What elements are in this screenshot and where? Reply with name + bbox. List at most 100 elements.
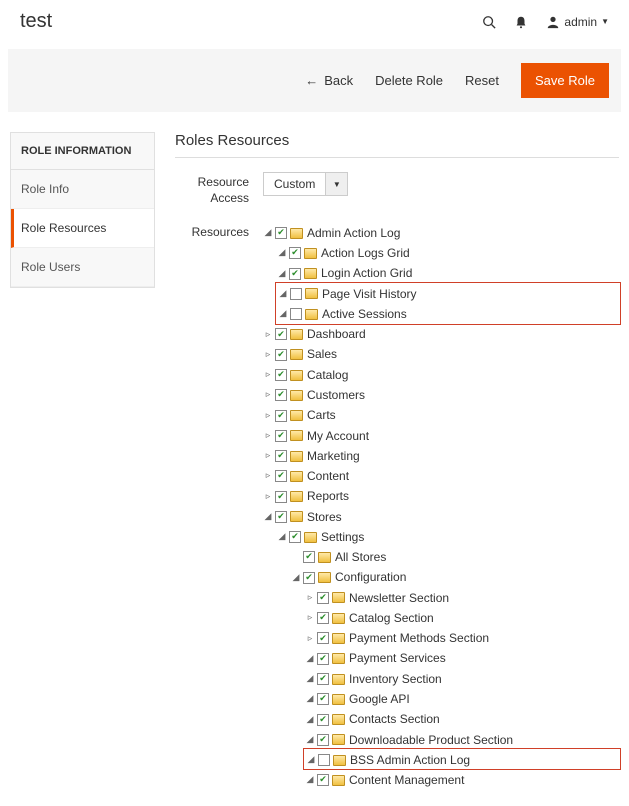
expand-icon[interactable]: ▹ [263, 409, 273, 423]
tree-node[interactable]: Customers [307, 386, 365, 405]
bell-icon[interactable] [514, 15, 528, 29]
sidebar-item-role-info[interactable]: Role Info [11, 170, 154, 209]
checkbox[interactable] [275, 389, 287, 401]
checkbox[interactable] [275, 470, 287, 482]
tree-node[interactable]: Dashboard [307, 325, 366, 344]
expand-icon[interactable]: ◢ [263, 226, 273, 240]
expand-icon[interactable]: ◢ [277, 267, 287, 281]
tree-node[interactable]: Sales [307, 345, 337, 364]
tree-node[interactable]: Newsletter Section [349, 589, 449, 608]
tree-node[interactable]: Stores [307, 508, 342, 527]
expand-icon[interactable]: ▹ [263, 429, 273, 443]
search-icon[interactable] [482, 15, 496, 29]
checkbox[interactable] [317, 612, 329, 624]
expand-icon[interactable]: ▹ [263, 490, 273, 504]
checkbox[interactable] [289, 268, 301, 280]
checkbox[interactable] [317, 653, 329, 665]
checkbox[interactable] [275, 430, 287, 442]
expand-icon[interactable]: ◢ [305, 692, 315, 706]
expand-icon[interactable]: ◢ [305, 672, 315, 686]
tree-node[interactable]: Carts [307, 406, 336, 425]
tree-node[interactable]: My Account [307, 427, 369, 446]
expand-icon[interactable]: ◢ [277, 246, 287, 260]
checkbox[interactable] [290, 288, 302, 300]
checkbox[interactable] [275, 410, 287, 422]
checkbox[interactable] [275, 328, 287, 340]
checkbox[interactable] [275, 491, 287, 503]
expand-icon[interactable]: ▹ [263, 348, 273, 362]
tree-node[interactable]: Content Management [349, 771, 464, 790]
expand-icon[interactable]: ▹ [305, 611, 315, 625]
caret-down-icon: ▼ [601, 17, 609, 26]
tree-node[interactable]: Google API [349, 690, 410, 709]
user-menu[interactable]: admin ▼ [546, 15, 609, 29]
tree-node[interactable]: Configuration [335, 568, 406, 587]
expand-icon[interactable]: ◢ [277, 530, 287, 544]
tree-node[interactable]: Login Action Grid [321, 264, 412, 283]
tree-node[interactable]: Downloadable Product Section [349, 731, 513, 750]
expand-icon[interactable]: ▹ [263, 388, 273, 402]
tree-node[interactable]: Inventory Section [349, 670, 442, 689]
tree-node[interactable]: Page Visit History [322, 285, 416, 304]
checkbox[interactable] [289, 247, 301, 259]
checkbox[interactable] [317, 734, 329, 746]
expand-icon[interactable]: ◢ [305, 733, 315, 747]
tree-node[interactable]: Content [307, 467, 349, 486]
sidebar-item-role-users[interactable]: Role Users [11, 248, 154, 287]
checkbox[interactable] [275, 349, 287, 361]
checkbox[interactable] [303, 551, 315, 563]
expand-icon[interactable]: ◢ [305, 652, 315, 666]
back-button[interactable]: ← Back [305, 73, 353, 88]
expand-icon[interactable]: ◢ [278, 307, 288, 321]
checkbox[interactable] [317, 714, 329, 726]
expand-icon[interactable]: ▹ [305, 632, 315, 646]
expand-icon[interactable]: ▹ [263, 328, 273, 342]
tree-node[interactable]: Active Sessions [322, 305, 407, 324]
checkbox[interactable] [275, 511, 287, 523]
expand-icon[interactable]: ◢ [306, 753, 316, 767]
expand-icon[interactable]: ▹ [263, 368, 273, 382]
checkbox[interactable] [317, 632, 329, 644]
tree-node[interactable]: Payment Services [349, 649, 446, 668]
expand-icon[interactable]: ▹ [263, 469, 273, 483]
checkbox[interactable] [289, 531, 301, 543]
checkbox[interactable] [275, 227, 287, 239]
checkbox[interactable] [317, 774, 329, 786]
checkbox[interactable] [275, 450, 287, 462]
tree-node[interactable]: Settings [321, 528, 364, 547]
expand-icon[interactable]: ◢ [263, 510, 273, 524]
reset-button[interactable]: Reset [465, 73, 499, 88]
checkbox[interactable] [275, 369, 287, 381]
tree-node[interactable]: All Stores [335, 548, 386, 567]
highlight-box: ◢ BSS Admin Action Log [303, 748, 621, 770]
tree-node[interactable]: Contacts Section [349, 710, 440, 729]
tree-node[interactable]: BSS Admin Action Log [350, 751, 470, 770]
user-label: admin [564, 15, 597, 29]
checkbox[interactable] [303, 572, 315, 584]
checkbox[interactable] [317, 673, 329, 685]
checkbox[interactable] [290, 308, 302, 320]
checkbox[interactable] [318, 754, 330, 766]
expand-icon[interactable]: ◢ [305, 713, 315, 727]
tree-node[interactable]: Reports [307, 487, 349, 506]
tree-node[interactable]: Action Logs Grid [321, 244, 410, 263]
save-role-button[interactable]: Save Role [521, 63, 609, 98]
tree-node[interactable]: Catalog [307, 366, 348, 385]
sidebar-item-role-resources[interactable]: Role Resources [11, 209, 154, 248]
tree-node[interactable]: Admin Action Log [307, 224, 400, 243]
highlight-box: ◢ Page Visit History ◢ Active Sessions [275, 282, 621, 325]
sidebar: ROLE INFORMATION Role Info Role Resource… [10, 132, 155, 288]
resource-access-select[interactable]: Custom ▼ [263, 172, 348, 196]
tree-node[interactable]: Catalog Section [349, 609, 434, 628]
expand-icon[interactable]: ◢ [278, 287, 288, 301]
expand-icon[interactable]: ◢ [291, 571, 301, 585]
expand-icon[interactable]: ▹ [263, 449, 273, 463]
checkbox[interactable] [317, 693, 329, 705]
tree-node[interactable]: Payment Methods Section [349, 629, 489, 648]
tree-node[interactable]: Marketing [307, 447, 360, 466]
delete-role-button[interactable]: Delete Role [375, 73, 443, 88]
checkbox[interactable] [317, 592, 329, 604]
expand-icon[interactable]: ◢ [305, 773, 315, 787]
expand-icon[interactable] [291, 550, 301, 564]
expand-icon[interactable]: ▹ [305, 591, 315, 605]
